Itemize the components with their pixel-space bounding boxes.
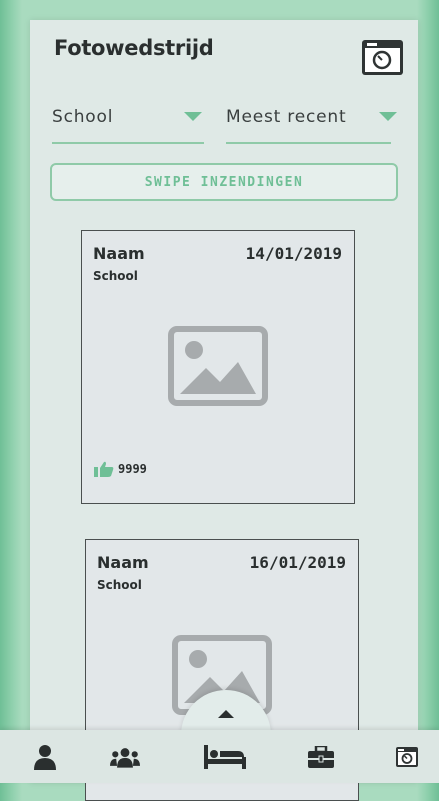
camera-icon — [396, 747, 418, 767]
school-dropdown[interactable]: School — [52, 102, 204, 144]
submission-date: 16/01/2019 — [249, 553, 346, 572]
camera-button[interactable] — [361, 39, 404, 76]
submitter-name: Naam — [93, 244, 145, 263]
group-icon — [110, 748, 140, 768]
nav-item-group[interactable] — [110, 744, 140, 770]
briefcase-icon — [308, 746, 334, 768]
submitter-name: Naam — [97, 553, 149, 572]
swipe-submissions-button[interactable]: SWIPE INZENDINGEN — [50, 163, 398, 201]
chevron-down-icon — [379, 112, 397, 121]
caret-up-icon — [218, 710, 234, 718]
main-panel: Fotowedstrijd School Meest recent SWIPE … — [30, 20, 418, 801]
submitter-school: School — [93, 269, 138, 283]
likes[interactable]: 9999 — [94, 461, 147, 477]
submission-card[interactable]: Naam School 14/01/2019 9999 — [81, 230, 355, 504]
nav-item-work[interactable] — [306, 744, 336, 770]
sort-dropdown[interactable]: Meest recent — [226, 102, 397, 144]
like-count: 9999 — [118, 462, 147, 476]
bottom-nav — [0, 730, 439, 783]
thumbs-up-icon — [94, 461, 114, 477]
page-title: Fotowedstrijd — [54, 36, 214, 60]
camera-icon — [362, 40, 403, 75]
sort-dropdown-value: Meest recent — [226, 107, 347, 127]
nav-item-accommodation[interactable] — [204, 744, 246, 770]
submitter-school: School — [97, 578, 142, 592]
nav-item-photo-contest[interactable] — [392, 744, 422, 770]
image-placeholder-icon — [168, 326, 268, 406]
bed-icon — [204, 745, 246, 769]
user-icon — [34, 745, 56, 770]
nav-item-profile[interactable] — [30, 744, 60, 770]
submission-date: 14/01/2019 — [245, 244, 342, 263]
school-dropdown-value: School — [52, 107, 114, 127]
chevron-down-icon — [184, 112, 202, 121]
